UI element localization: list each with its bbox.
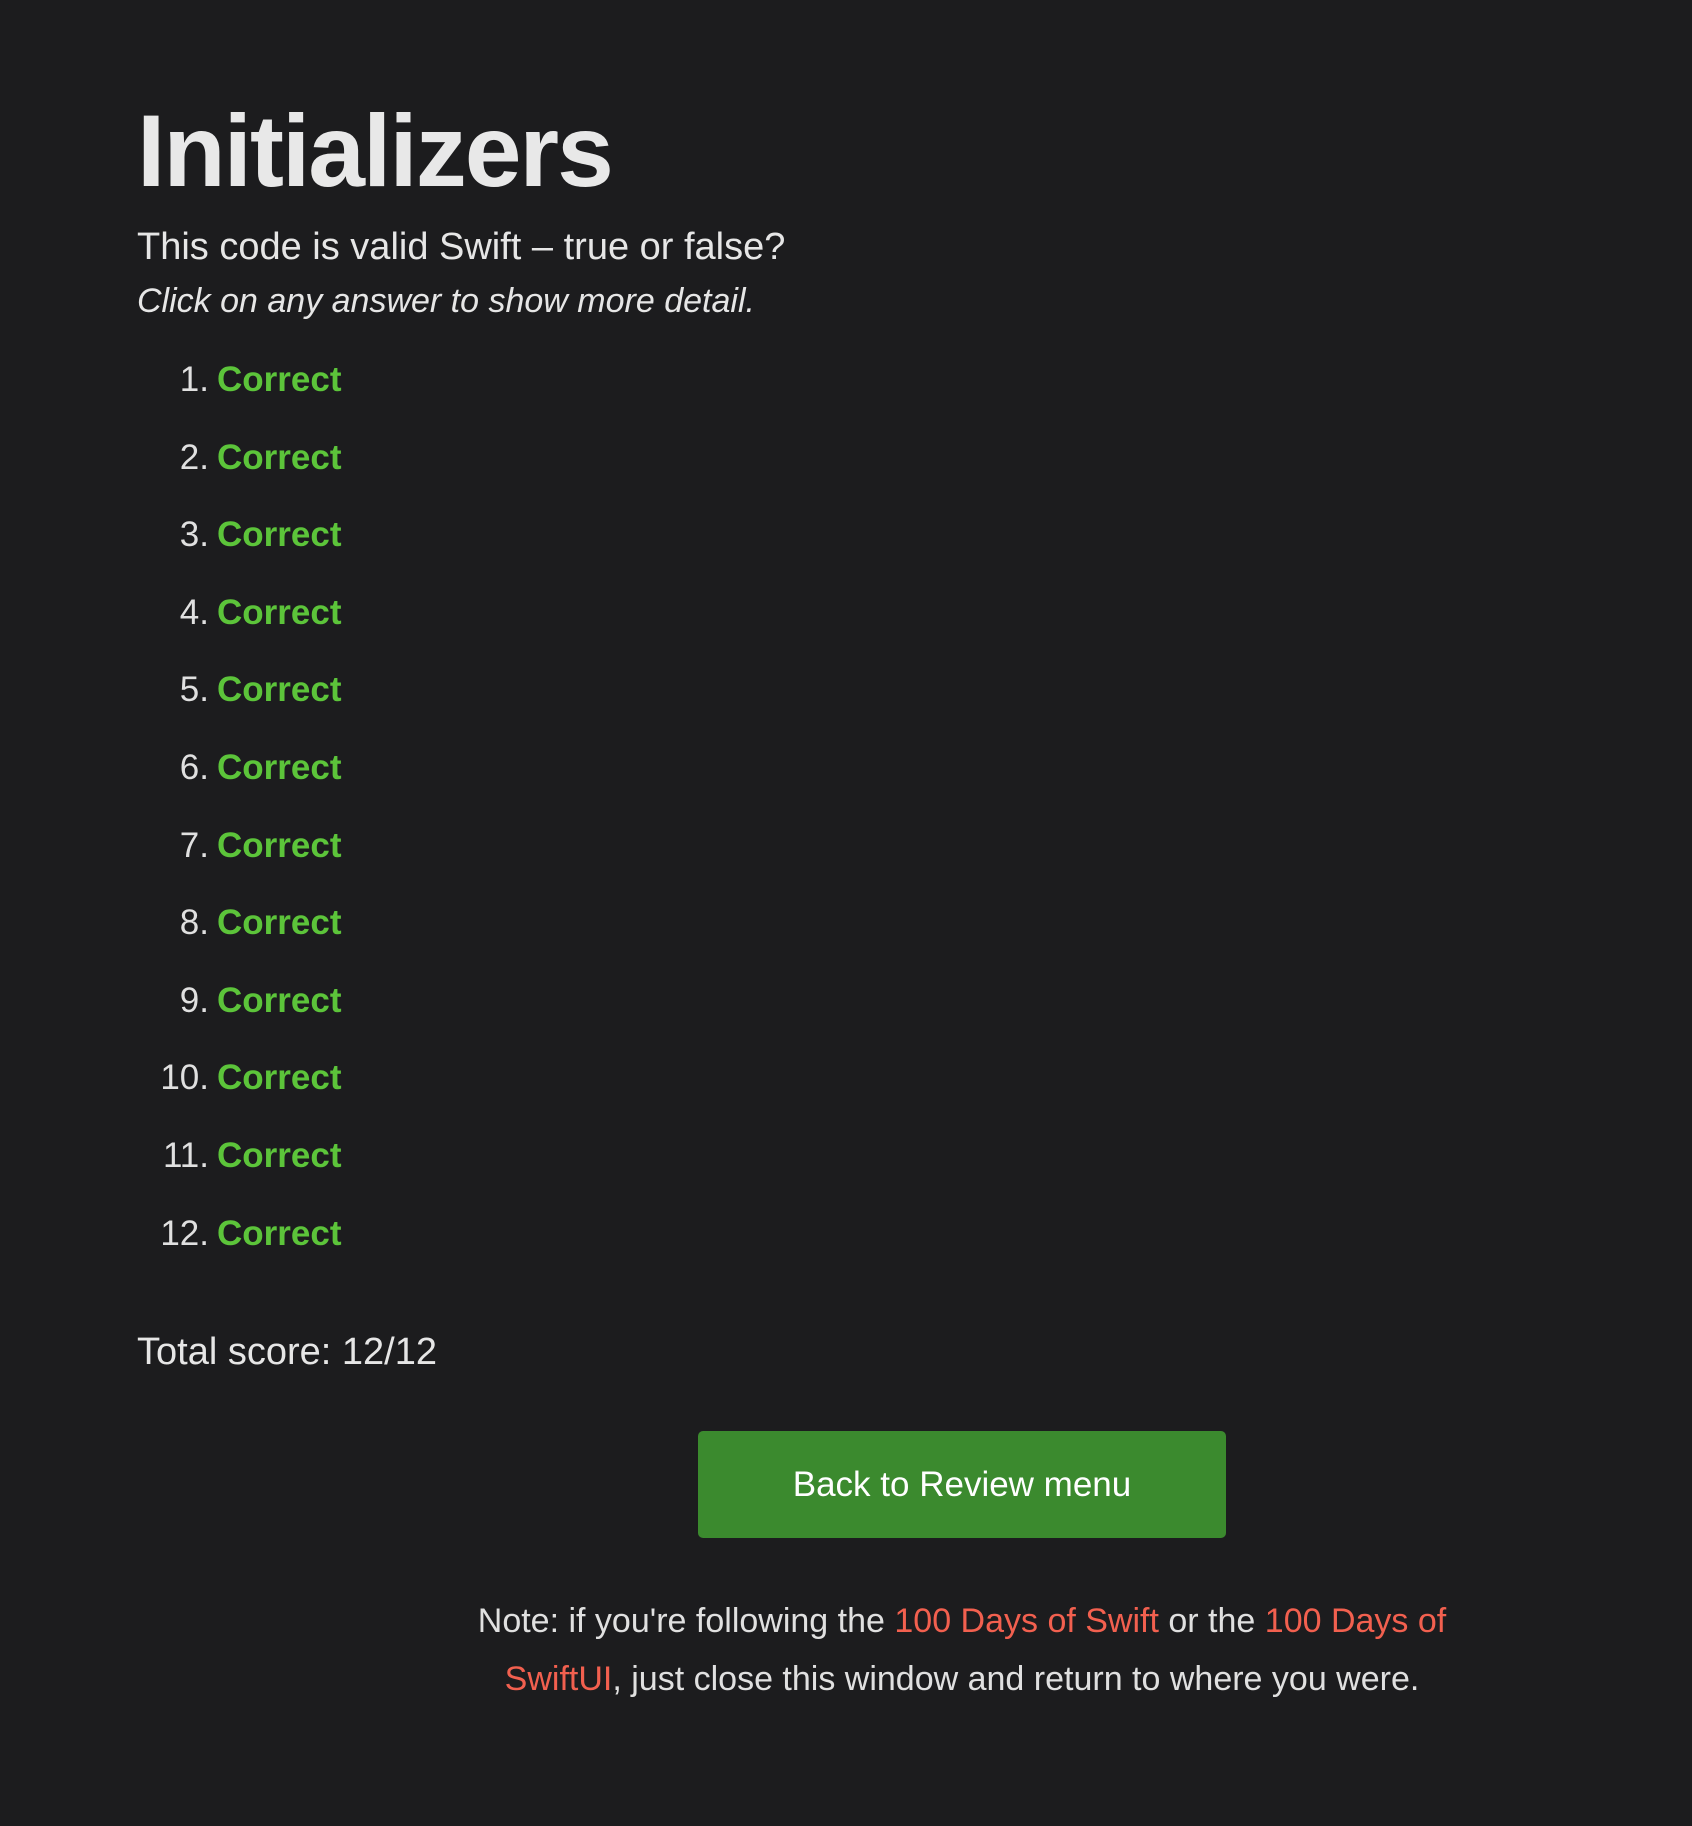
answer-status[interactable]: Correct bbox=[217, 668, 341, 712]
answer-item[interactable]: 12. Correct bbox=[137, 1212, 1555, 1290]
answer-list: 1. Correct 2. Correct 3. Correct 4. Corr… bbox=[137, 358, 1555, 1289]
answer-number: 8. bbox=[179, 903, 209, 943]
question-prompt: This code is valid Swift – true or false… bbox=[137, 226, 786, 268]
instruction-hint: Click on any answer to show more detail. bbox=[137, 282, 755, 320]
answer-status[interactable]: Correct bbox=[217, 746, 341, 790]
answer-number: 4. bbox=[179, 592, 209, 632]
note-middle: or the bbox=[1158, 1602, 1265, 1640]
answer-item[interactable]: 4. Correct bbox=[137, 591, 1555, 669]
answer-status[interactable]: Correct bbox=[217, 1056, 341, 1100]
answer-item[interactable]: 11. Correct bbox=[137, 1134, 1555, 1212]
answer-number: 11. bbox=[162, 1135, 209, 1175]
answer-number: 1. bbox=[179, 360, 209, 399]
answer-status[interactable]: Correct bbox=[217, 1212, 341, 1256]
answer-item[interactable]: 2. Correct bbox=[137, 436, 1555, 514]
answer-status[interactable]: Correct bbox=[217, 436, 341, 480]
answer-item[interactable]: 6. Correct bbox=[137, 746, 1555, 824]
answer-item[interactable]: 7. Correct bbox=[137, 824, 1555, 902]
answer-number: 7. bbox=[179, 825, 209, 865]
answer-number: 10. bbox=[160, 1058, 209, 1098]
answer-status[interactable]: Correct bbox=[217, 358, 341, 402]
answer-item[interactable]: 1. Correct bbox=[137, 358, 1555, 436]
total-score: Total score: 12/12 bbox=[137, 1331, 437, 1374]
answer-status[interactable]: Correct bbox=[217, 979, 341, 1023]
answer-status[interactable]: Correct bbox=[217, 513, 341, 557]
answer-status[interactable]: Correct bbox=[217, 591, 341, 635]
answer-status[interactable]: Correct bbox=[217, 824, 341, 868]
note-prefix: Note: if you're following the bbox=[477, 1602, 895, 1640]
100-days-of-swift-link[interactable]: 100 Days of Swift bbox=[894, 1602, 1159, 1640]
footer-note: Note: if you're following the 100 Days o… bbox=[440, 1592, 1484, 1708]
page-title: Initializers bbox=[137, 94, 614, 208]
answer-number: 5. bbox=[179, 670, 209, 710]
answer-item[interactable]: 10. Correct bbox=[137, 1056, 1555, 1134]
answer-number: 12. bbox=[160, 1213, 209, 1253]
answer-number: 2. bbox=[179, 437, 209, 477]
answer-status[interactable]: Correct bbox=[217, 901, 341, 945]
back-to-review-menu-button[interactable]: Back to Review menu bbox=[698, 1431, 1226, 1538]
answer-status[interactable]: Correct bbox=[217, 1134, 341, 1178]
quiz-results: Initializers This code is valid Swift – … bbox=[137, 92, 1555, 1375]
answer-number: 6. bbox=[179, 747, 209, 787]
answer-item[interactable]: 5. Correct bbox=[137, 668, 1555, 746]
answer-number: 9. bbox=[179, 980, 209, 1020]
answer-number: 3. bbox=[179, 515, 209, 555]
answer-item[interactable]: 9. Correct bbox=[137, 979, 1555, 1057]
answer-item[interactable]: 8. Correct bbox=[137, 901, 1555, 979]
note-suffix: , just close this window and return to w… bbox=[612, 1660, 1420, 1698]
answer-item[interactable]: 3. Correct bbox=[137, 513, 1555, 591]
